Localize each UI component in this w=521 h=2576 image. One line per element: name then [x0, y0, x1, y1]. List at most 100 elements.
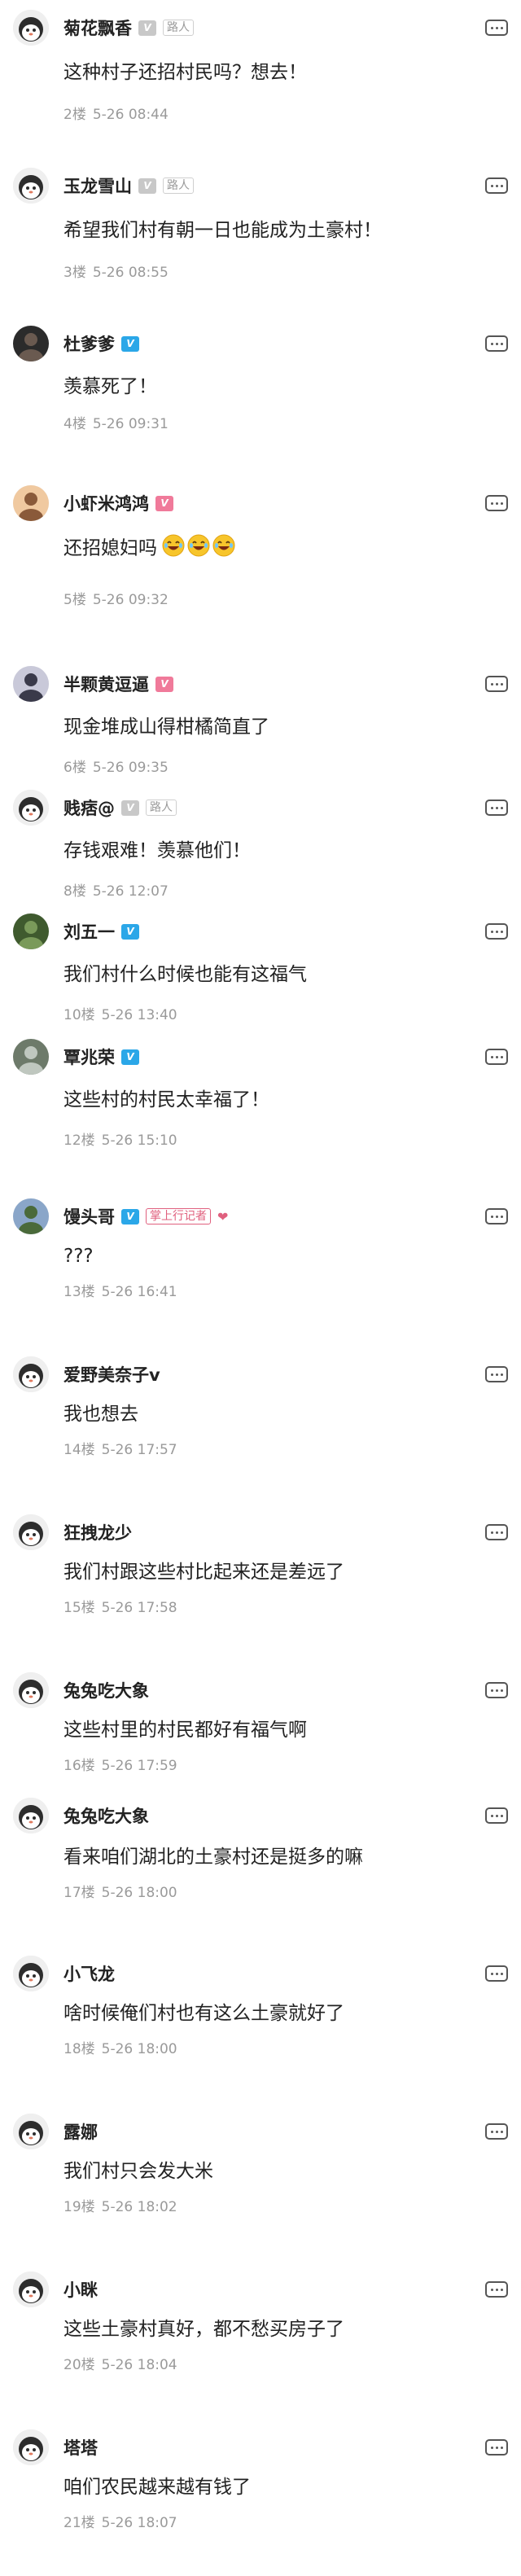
avatar[interactable]: [13, 1039, 49, 1075]
comment-text-content: 我也想去: [63, 1404, 138, 1425]
author-row: 小虾米鸿鸿 V: [63, 485, 173, 521]
avatar[interactable]: [13, 485, 49, 521]
avatar[interactable]: [13, 1514, 49, 1550]
author-name[interactable]: 贱痞@: [63, 795, 115, 820]
floor-number: 21楼: [63, 2515, 95, 2531]
author-row: 兔兔吃大象: [63, 1672, 149, 1708]
avatar[interactable]: [13, 2429, 49, 2465]
post-time: 5-26 12:07: [92, 883, 169, 900]
avatar[interactable]: [13, 168, 49, 204]
default-avatar-icon: [13, 2429, 49, 2465]
more-options-button[interactable]: [485, 1049, 508, 1065]
author-name[interactable]: 小飞龙: [63, 1961, 115, 1986]
author-name[interactable]: 半颗黄逗逼: [63, 672, 149, 696]
author-name[interactable]: 小虾米鸿鸿: [63, 491, 149, 515]
vip-badge-icon: V: [121, 923, 139, 940]
author-name[interactable]: 兔兔吃大象: [63, 1678, 149, 1702]
author-row: 菊花飘香 V 路人: [63, 10, 194, 46]
floor-number: 4楼: [63, 416, 86, 432]
author-name[interactable]: 兔兔吃大象: [63, 1803, 149, 1828]
avatar[interactable]: [13, 326, 49, 361]
default-avatar-icon: [13, 10, 49, 46]
avatar[interactable]: [13, 1198, 49, 1234]
avatar[interactable]: [13, 2272, 49, 2307]
comment-meta: 21楼 5-26 18:07: [63, 2511, 177, 2531]
author-row: 兔兔吃大象: [63, 1798, 149, 1833]
comment-text: 我们村跟这些村比起来还是差远了: [63, 1560, 344, 1584]
post-time: 5-26 09:32: [92, 592, 169, 608]
comment-text: 这些村里的村民都好有福气啊: [63, 1718, 307, 1742]
floor-number: 15楼: [63, 1600, 95, 1616]
more-options-button[interactable]: [485, 676, 508, 692]
more-options-button[interactable]: [485, 1208, 508, 1224]
comment-meta: 14楼 5-26 17:57: [63, 1438, 177, 1458]
author-name[interactable]: 馒头哥: [63, 1204, 115, 1229]
author-name[interactable]: 塔塔: [63, 2435, 98, 2460]
author-name[interactable]: 刘五一: [63, 919, 115, 944]
more-options-button[interactable]: [485, 495, 508, 511]
author-row: 塔塔: [63, 2429, 98, 2465]
more-options-button[interactable]: [485, 2281, 508, 2298]
more-options-button[interactable]: [485, 2439, 508, 2456]
more-options-button[interactable]: [485, 800, 508, 816]
avatar[interactable]: [13, 1356, 49, 1392]
avatar[interactable]: [13, 10, 49, 46]
user-tag: 路人: [146, 800, 177, 816]
comment-text-content: 我们村什么时候也能有这福气: [63, 964, 307, 985]
author-row: 爱野美奈子v: [63, 1356, 160, 1392]
more-options-button[interactable]: [485, 335, 508, 352]
more-options-button[interactable]: [485, 2123, 508, 2140]
comment-item: 小飞龙 啥时候俺们村也有这么土豪就好了 18楼 5-26 18:00: [0, 1956, 521, 2102]
comment-text-content: 看来咱们湖北的土豪村还是挺多的嘛: [63, 1847, 363, 1868]
post-time: 5-26 08:44: [92, 107, 169, 123]
author-row: 贱痞@ V 路人: [63, 790, 177, 826]
author-row: 小眯: [63, 2272, 98, 2307]
comment-meta: 16楼 5-26 17:59: [63, 1754, 177, 1774]
author-row: 狂拽龙少: [63, 1514, 132, 1550]
default-avatar-icon: [13, 168, 49, 204]
comment-meta: 15楼 5-26 17:58: [63, 1596, 177, 1616]
more-options-button[interactable]: [485, 1366, 508, 1382]
comment-text-content: ???: [63, 1246, 94, 1267]
default-avatar-icon: [13, 1798, 49, 1833]
comment-text: 这些村的村民太幸福了！: [63, 1088, 269, 1112]
comment-text: 还招媳妇吗: [63, 534, 235, 563]
author-name[interactable]: 小眯: [63, 2277, 98, 2302]
avatar[interactable]: [13, 666, 49, 702]
comment-text: 啥时候俺们村也有这么土豪就好了: [63, 2001, 344, 2026]
post-time: 5-26 08:55: [92, 265, 169, 281]
comment-meta: 10楼 5-26 13:40: [63, 1003, 177, 1023]
more-options-button[interactable]: [485, 1524, 508, 1540]
author-row: 玉龙雪山 V 路人: [63, 168, 194, 204]
comment-item: 兔兔吃大象 看来咱们湖北的土豪村还是挺多的嘛 17楼 5-26 18:00: [0, 1798, 521, 1944]
author-name[interactable]: 覃兆荣: [63, 1045, 115, 1069]
more-options-button[interactable]: [485, 20, 508, 36]
more-options-button[interactable]: [485, 1682, 508, 1698]
more-options-button[interactable]: [485, 923, 508, 940]
avatar[interactable]: [13, 790, 49, 826]
author-name[interactable]: 狂拽龙少: [63, 1520, 132, 1544]
comment-meta: 13楼 5-26 16:41: [63, 1280, 177, 1300]
avatar[interactable]: [13, 1798, 49, 1833]
author-name[interactable]: 露娜: [63, 2119, 98, 2144]
avatar[interactable]: [13, 2114, 49, 2149]
comment-text: 看来咱们湖北的土豪村还是挺多的嘛: [63, 1845, 363, 1869]
post-time: 5-26 17:59: [101, 1758, 177, 1774]
more-options-button[interactable]: [485, 1807, 508, 1824]
author-name[interactable]: 爱野美奈子v: [63, 1362, 160, 1387]
author-row: 小飞龙: [63, 1956, 115, 1991]
author-name[interactable]: 菊花飘香: [63, 15, 132, 40]
comment-meta: 4楼 5-26 09:31: [63, 412, 169, 432]
author-row: 覃兆荣 V: [63, 1039, 139, 1075]
avatar[interactable]: [13, 1956, 49, 1991]
post-time: 5-26 18:04: [101, 2357, 177, 2373]
author-name[interactable]: 杜爹爹: [63, 331, 115, 356]
comment-meta: 5楼 5-26 09:32: [63, 588, 169, 608]
more-options-button[interactable]: [485, 1965, 508, 1982]
comment-text-content: 咱们农民越来越有钱了: [63, 2477, 251, 2498]
avatar[interactable]: [13, 1672, 49, 1708]
comment-item: 露娜 我们村只会发大米 19楼 5-26 18:02: [0, 2114, 521, 2260]
avatar[interactable]: [13, 913, 49, 949]
author-name[interactable]: 玉龙雪山: [63, 173, 132, 198]
more-options-button[interactable]: [485, 177, 508, 194]
